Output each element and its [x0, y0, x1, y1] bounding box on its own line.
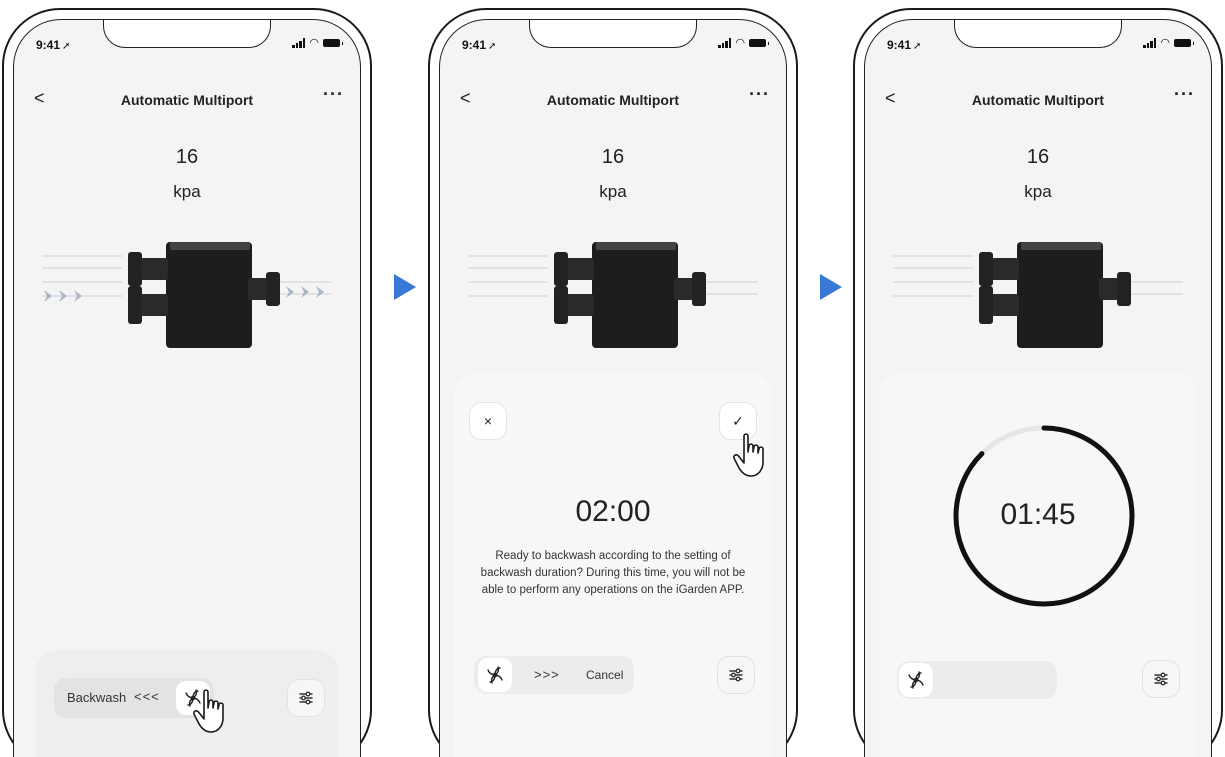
- notch: [954, 20, 1122, 48]
- pressure-value: 16: [601, 146, 625, 168]
- cancel-backwash-slider[interactable]: >>> Cancel: [474, 656, 634, 694]
- backwash-slider[interactable]: Backwash <<<: [54, 678, 214, 718]
- inflow-arrows-icon: [42, 288, 92, 304]
- pressure-unit: kpa: [599, 182, 627, 201]
- pressure-unit: kpa: [1024, 182, 1052, 201]
- backwash-label: Backwash: [67, 690, 127, 705]
- confirm-message: Ready to backwash according to the setti…: [480, 550, 746, 596]
- dismiss-button[interactable]: ×: [470, 403, 506, 439]
- signal-icon: [292, 38, 306, 48]
- wifi-icon: ◠: [1160, 37, 1170, 49]
- settings-button[interactable]: [1143, 661, 1179, 697]
- backwash-progress-sheet: 01:45: [879, 373, 1197, 757]
- battery-icon: [1174, 39, 1194, 47]
- sliders-icon: [1151, 669, 1171, 689]
- phone-frame-running: 9:41 ➚ ◠ < Automatic Multiport ··· 16 kpa…: [853, 8, 1223, 757]
- page-title: Automatic Multiport: [971, 92, 1105, 108]
- status-icons: ◠: [718, 37, 769, 49]
- next-step-arrow-icon: [820, 274, 842, 300]
- status-icons: ◠: [292, 37, 343, 49]
- backwash-status-bar: [897, 661, 1057, 699]
- slide-handle[interactable]: [478, 658, 512, 692]
- slide-chevrons: >>>: [534, 667, 560, 682]
- slide-chevrons: <<<: [134, 689, 160, 704]
- signal-icon: [718, 38, 732, 48]
- sliders-icon: [296, 688, 316, 708]
- wifi-icon: ◠: [735, 37, 745, 49]
- pressure-value: 16: [1026, 146, 1050, 168]
- settings-button[interactable]: [718, 657, 754, 693]
- more-menu-button[interactable]: ···: [749, 84, 770, 105]
- more-menu-button[interactable]: ···: [323, 84, 344, 105]
- sliders-icon: [726, 665, 746, 685]
- status-time: 9:41 ➚: [887, 38, 922, 52]
- settings-button[interactable]: [288, 680, 324, 716]
- outflow-arrows-icon: [284, 284, 334, 300]
- status-icons: ◠: [1143, 37, 1194, 49]
- more-menu-button[interactable]: ···: [1174, 84, 1195, 105]
- pressure-value: 16: [175, 146, 199, 168]
- page-title: Automatic Multiport: [546, 92, 680, 108]
- app-screen-running: 9:41 ➚ ◠ < Automatic Multiport ··· 16 kpa…: [864, 19, 1212, 757]
- backwash-duration: 02:00: [575, 495, 651, 528]
- phone-frame-idle: 9:41 ➚ ◠ < Automatic Multiport ··· 16 kpa…: [2, 8, 372, 757]
- signal-icon: [1143, 38, 1157, 48]
- app-screen-idle: 9:41 ➚ ◠ < Automatic Multiport ··· 16 kpa…: [13, 19, 361, 757]
- status-time: 9:41 ➚: [36, 38, 71, 52]
- pointing-hand-icon: [732, 432, 776, 480]
- pressure-unit: kpa: [173, 182, 201, 201]
- slide-handle: [899, 663, 933, 697]
- phone-frame-confirm: 9:41 ➚ ◠ < Automatic Multiport ··· 16 kpa…: [428, 8, 798, 757]
- control-panel: Backwash <<<: [36, 650, 338, 757]
- notch: [103, 20, 271, 48]
- multiport-valve-image: [893, 220, 1183, 355]
- next-step-arrow-icon: [394, 274, 416, 300]
- page-title: Automatic Multiport: [120, 92, 254, 108]
- remaining-time: 01:45: [1000, 498, 1076, 531]
- cancel-label: Cancel: [586, 668, 624, 682]
- fan-icon: [485, 665, 505, 685]
- battery-icon: [749, 39, 769, 47]
- app-screen-confirm: 9:41 ➚ ◠ < Automatic Multiport ··· 16 kpa…: [439, 19, 787, 757]
- pointing-hand-icon: [192, 688, 236, 736]
- backwash-confirm-sheet: × ✓ 02:00 Ready to backwash according to…: [454, 373, 772, 757]
- notch: [529, 20, 697, 48]
- multiport-valve-image: [468, 220, 758, 355]
- status-time: 9:41 ➚: [462, 38, 497, 52]
- battery-icon: [323, 39, 343, 47]
- wifi-icon: ◠: [309, 37, 319, 49]
- fan-icon: [906, 670, 926, 690]
